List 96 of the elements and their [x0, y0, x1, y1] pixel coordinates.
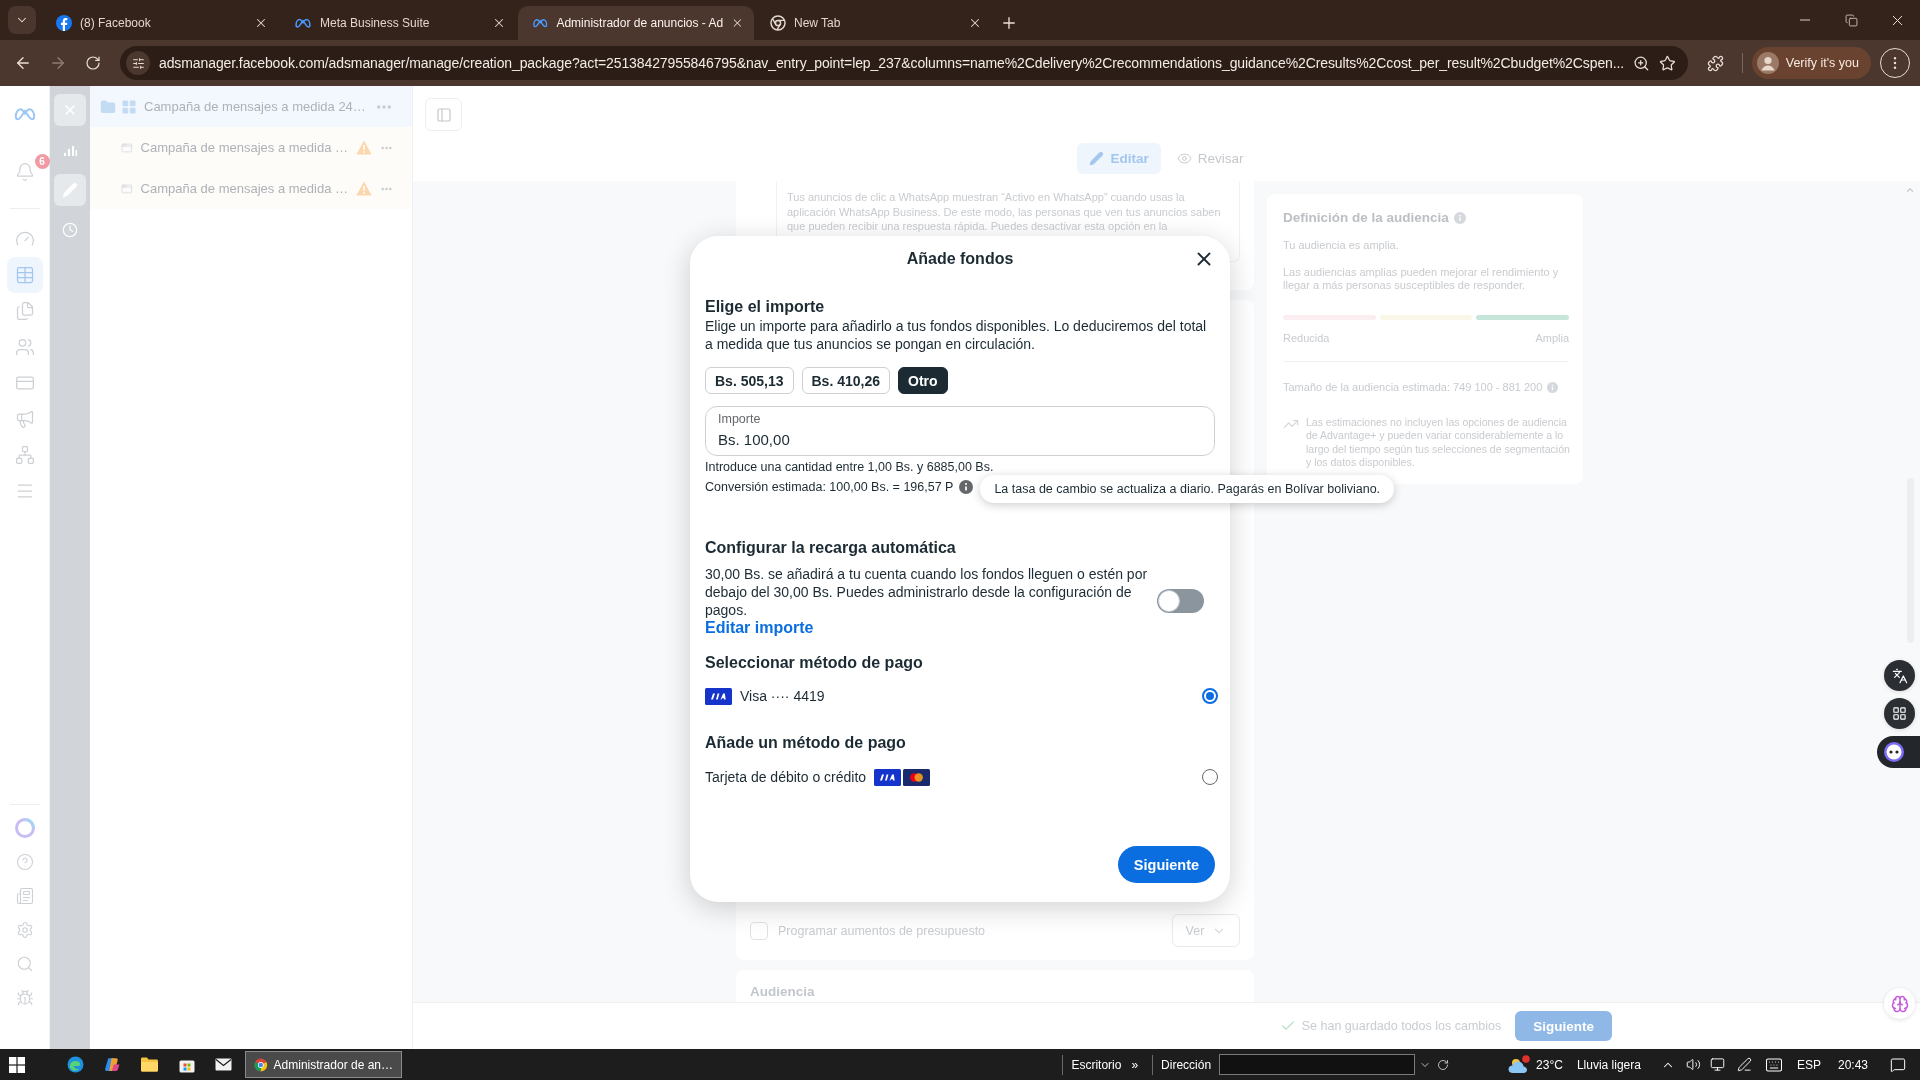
payment-option-label: Tarjeta de débito o crédito — [705, 769, 867, 785]
tooltip: La tasa de cambio se actualiza a diario. Pagarás en Bolívar boliviano. — [980, 475, 1395, 503]
weather-cloud-icon[interactable] — [1507, 1054, 1532, 1075]
network-icon — [14, 445, 35, 465]
section-description: Elige un importe para añadirlo a tus fondos disponibles. Lo deduciremos del total a medida que tus anuncios se pongan en circulación. — [705, 317, 1208, 353]
folder-icon[interactable] — [141, 1057, 158, 1072]
sidebar-icon — [435, 106, 452, 123]
amount-option[interactable]: Bs. 505,13 — [705, 367, 794, 394]
amount-hint: Introduce una cantidad entre 1,00 Bs. y 6885,00 Bs. — [705, 460, 995, 475]
pencil-icon — [62, 182, 78, 198]
keyboard-icon[interactable] — [1764, 1055, 1783, 1074]
warning-icon — [355, 140, 372, 155]
translate-icon — [1891, 667, 1908, 684]
infinity-logo-icon — [12, 106, 37, 122]
eye-icon — [1176, 151, 1192, 166]
conversion-text: Conversión estimada: 100,00 Bs. = 196,57 P — [705, 479, 954, 495]
checkbox[interactable] — [750, 921, 768, 940]
address-field[interactable] — [1219, 1054, 1416, 1075]
tune-icon — [131, 56, 145, 70]
card-logo-icon — [874, 768, 902, 786]
weather-condition: Lluvia ligera — [1576, 1057, 1641, 1072]
auto-reload-switch[interactable] — [1157, 589, 1204, 613]
reload-icon[interactable] — [85, 55, 101, 71]
section-heading: Añade un método de pago — [705, 733, 907, 752]
panel-title: Definición de la audiencia — [1283, 210, 1449, 225]
brain-icon — [1890, 994, 1909, 1013]
table-icon — [14, 265, 35, 285]
browser-tab[interactable]: Meta Business Suite — [280, 6, 516, 40]
language-indicator[interactable]: ESP — [1796, 1057, 1821, 1072]
circles-card-logo-icon — [903, 768, 931, 786]
section-heading: Configurar la recarga automática — [705, 538, 957, 557]
clock-time[interactable]: 20:43 — [1837, 1057, 1868, 1072]
windows-logo-icon[interactable] — [9, 1056, 25, 1073]
people-icon — [14, 337, 35, 357]
section-title: Audiencia — [750, 984, 816, 999]
section-heading: Seleccionar método de pago — [705, 653, 924, 672]
toolbar-label: Escritorio — [1071, 1057, 1122, 1072]
pen-icon[interactable] — [1736, 1057, 1752, 1072]
address-bar[interactable]: adsmanager.facebook.com/adsmanager/manage/creation_package?act=25138427955846795&nav_entry_point=lep_237&columns=name%2Cdelivery%2Crecommendations_guidance%2Cresults%2Ccost_per_result%2Cbudget%2Cspen... — [120, 46, 1688, 80]
envelope-icon[interactable] — [215, 1058, 232, 1071]
notifications-icon[interactable] — [1890, 1056, 1906, 1073]
section-heading: Elige el importe — [705, 297, 826, 316]
megaphone-icon — [14, 409, 35, 429]
edit-amount-link[interactable]: Editar importe — [705, 619, 814, 637]
browser-tab[interactable]: New Tab — [756, 6, 992, 40]
warning-icon — [355, 181, 372, 196]
toolbar-overflow-button[interactable]: » — [1131, 1057, 1139, 1072]
monitor-icon[interactable] — [1709, 1057, 1725, 1072]
puzzle-icon[interactable] — [1707, 54, 1725, 72]
info-icon[interactable] — [959, 480, 974, 494]
close-icon[interactable] — [968, 16, 982, 30]
pages-icon — [14, 301, 35, 321]
infinity-logo-icon — [294, 17, 312, 29]
pencil-icon — [1089, 151, 1105, 166]
radio-button[interactable] — [1202, 688, 1218, 704]
site-info-button[interactable] — [126, 51, 150, 75]
refresh-icon[interactable] — [1437, 1058, 1450, 1071]
browser-logo-icon — [770, 15, 786, 31]
grid-icon — [1892, 706, 1907, 721]
address-label: Dirección — [1161, 1057, 1212, 1072]
amount-field[interactable]: Importe Bs. 100,00 — [705, 406, 1215, 456]
close-icon[interactable] — [492, 16, 506, 30]
volume-icon[interactable] — [1685, 1057, 1701, 1072]
notification-badge: 6 — [34, 154, 50, 169]
weather-temperature: 23°C — [1536, 1057, 1563, 1072]
assistant-button[interactable] — [1877, 736, 1920, 768]
facebook-logo-icon — [56, 15, 72, 31]
forward-icon[interactable] — [49, 54, 67, 72]
browser-logo-icon — [254, 1057, 268, 1072]
folder-icon — [100, 98, 116, 115]
robot-face-icon — [1883, 741, 1905, 763]
card-logo-icon — [705, 687, 732, 705]
avatar-icon — [1756, 52, 1779, 74]
clock-icon — [62, 222, 78, 238]
swirl-logo-icon[interactable] — [104, 1056, 121, 1073]
close-icon[interactable] — [254, 16, 268, 30]
auto-reload-description: 30,00 Bs. se añadirá a tu cuenta cuando los fondos lleguen o estén por debajo del 30,00 Bs. Puedes administrarlo desde la configuración de pagos. — [705, 565, 1149, 619]
wave-logo-icon[interactable] — [67, 1056, 84, 1073]
sidebar-toggle-button[interactable] — [425, 98, 462, 131]
star-icon[interactable] — [1658, 54, 1676, 72]
dialog-title: Añade fondos — [906, 250, 1014, 268]
browser-tab[interactable]: Administrador de anuncios - Ad — [518, 6, 754, 40]
payment-method-label: Visa ···· 4419 — [740, 688, 825, 704]
profile-button[interactable]: Verify it's you — [1751, 47, 1871, 79]
grid-icon — [121, 98, 137, 115]
zoom-icon[interactable] — [1633, 54, 1650, 72]
browser-tab[interactable]: (8) Facebook — [42, 6, 278, 40]
next-button[interactable]: Siguiente — [1118, 846, 1215, 883]
amount-option[interactable]: Otro — [898, 367, 948, 394]
infinity-logo-icon — [532, 17, 549, 29]
taskbar-window-button[interactable]: Administrador de an… — [245, 1051, 402, 1078]
new-tab-icon[interactable] — [1000, 14, 1018, 32]
restore-icon[interactable] — [1844, 13, 1858, 27]
back-icon[interactable] — [14, 54, 32, 72]
radio-button[interactable] — [1202, 769, 1218, 785]
amount-option[interactable]: Bs. 410,26 — [801, 367, 890, 394]
